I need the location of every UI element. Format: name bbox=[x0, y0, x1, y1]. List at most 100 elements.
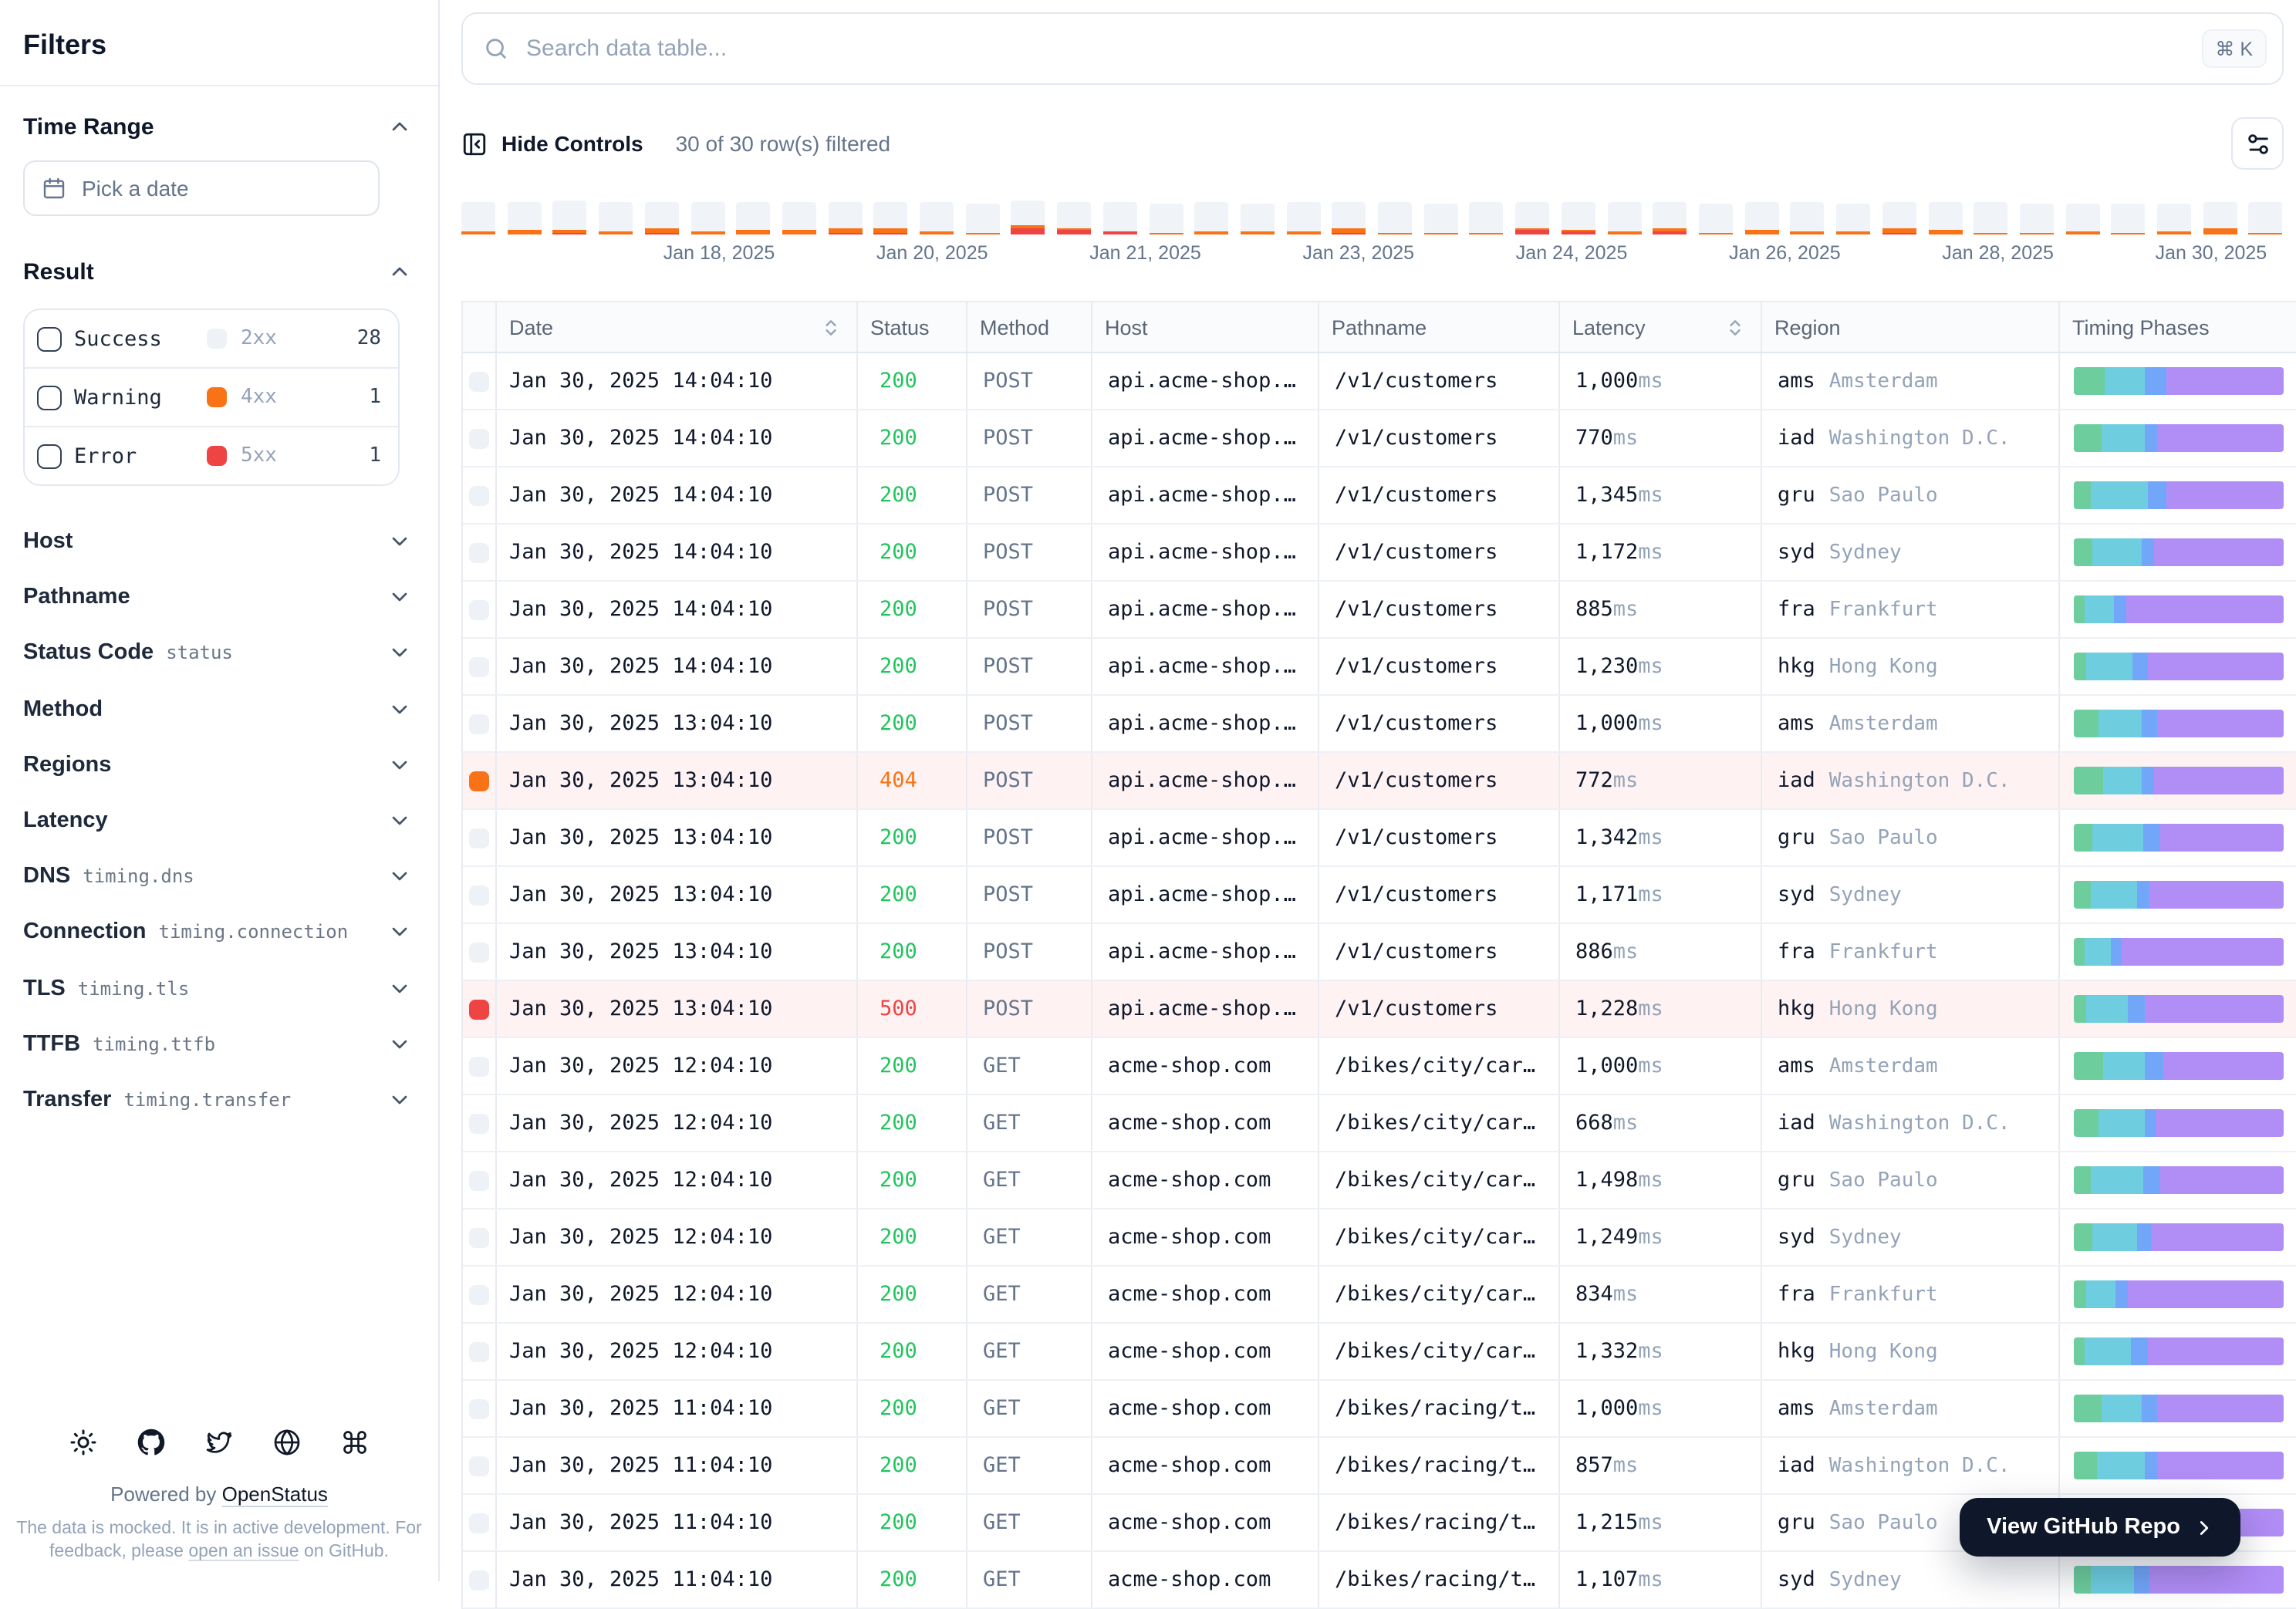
histogram-bar[interactable] bbox=[599, 202, 633, 234]
histogram-bar[interactable] bbox=[2157, 204, 2192, 234]
table-row[interactable]: Jan 30, 2025 11:04:10 200 GET acme-shop.… bbox=[463, 1552, 2296, 1609]
table-row[interactable]: Jan 30, 2025 14:04:10 200 POST api.acme-… bbox=[463, 582, 2296, 639]
histogram-bar[interactable] bbox=[1102, 202, 1137, 234]
table-row[interactable]: Jan 30, 2025 13:04:10 200 POST api.acme-… bbox=[463, 924, 2296, 981]
histogram-bar[interactable] bbox=[828, 201, 863, 234]
filter-accordion-row[interactable]: DNS timing.dns bbox=[0, 848, 438, 904]
histogram-bar[interactable] bbox=[461, 202, 495, 234]
column-header-date[interactable]: Date bbox=[497, 302, 858, 352]
table-row[interactable]: Jan 30, 2025 14:04:10 200 POST api.acme-… bbox=[463, 410, 2296, 467]
filter-accordion-row[interactable]: Transfer timing.transfer bbox=[0, 1072, 438, 1128]
histogram-bar[interactable] bbox=[1423, 204, 1458, 234]
histogram-bar[interactable] bbox=[1561, 202, 1595, 234]
histogram-bar[interactable] bbox=[1836, 204, 1871, 234]
command-menu-button[interactable] bbox=[341, 1429, 369, 1456]
checkbox[interactable] bbox=[37, 444, 62, 468]
cell-pathname: /v1/customers bbox=[1319, 924, 1560, 980]
histogram-bar[interactable] bbox=[1515, 202, 1550, 234]
table-row[interactable]: Jan 30, 2025 12:04:10 200 GET acme-shop.… bbox=[463, 1324, 2296, 1381]
cell-method: POST bbox=[967, 753, 1092, 808]
filter-accordion-row[interactable]: Latency bbox=[0, 793, 438, 848]
time-range-header[interactable]: Time Range bbox=[23, 106, 412, 147]
table-row[interactable]: Jan 30, 2025 13:04:10 404 POST api.acme-… bbox=[463, 753, 2296, 810]
histogram-bar[interactable] bbox=[1011, 201, 1045, 234]
histogram-bar[interactable] bbox=[2248, 202, 2283, 234]
histogram-bar[interactable] bbox=[873, 201, 908, 234]
histogram-bar[interactable] bbox=[1240, 204, 1275, 234]
histogram-bar[interactable] bbox=[644, 202, 679, 234]
histogram-bar[interactable] bbox=[1194, 202, 1229, 234]
histogram-bar[interactable] bbox=[2203, 202, 2237, 234]
table-row[interactable]: Jan 30, 2025 13:04:10 200 POST api.acme-… bbox=[463, 867, 2296, 924]
checkbox[interactable] bbox=[37, 326, 62, 351]
table-row[interactable]: Jan 30, 2025 12:04:10 200 GET acme-shop.… bbox=[463, 1267, 2296, 1324]
table-row[interactable]: Jan 30, 2025 12:04:10 200 GET acme-shop.… bbox=[463, 1209, 2296, 1267]
filter-accordion-row[interactable]: TLS timing.tls bbox=[0, 960, 438, 1016]
histogram-bar[interactable] bbox=[1469, 202, 1504, 234]
open-issue-link[interactable]: open an issue bbox=[188, 1543, 299, 1562]
filter-accordion-row[interactable]: Connection timing.connection bbox=[0, 905, 438, 960]
table-row[interactable]: Jan 30, 2025 13:04:10 200 POST api.acme-… bbox=[463, 810, 2296, 867]
result-option-row[interactable]: Success 2xx 28 bbox=[25, 310, 398, 367]
hide-controls-button[interactable]: Hide Controls bbox=[461, 130, 643, 157]
filter-accordion-row[interactable]: Status Code status bbox=[0, 626, 438, 681]
theme-toggle-button[interactable] bbox=[69, 1429, 97, 1456]
table-row[interactable]: Jan 30, 2025 14:04:10 200 POST api.acme-… bbox=[463, 525, 2296, 582]
checkbox[interactable] bbox=[37, 385, 62, 410]
table-row[interactable]: Jan 30, 2025 12:04:10 200 GET acme-shop.… bbox=[463, 1152, 2296, 1209]
openstatus-link[interactable]: OpenStatus bbox=[222, 1483, 328, 1506]
filter-accordion-row[interactable]: Method bbox=[0, 681, 438, 737]
cell-status: 404 bbox=[858, 753, 967, 808]
date-picker-button[interactable]: Pick a date bbox=[23, 160, 380, 216]
filter-accordion-row[interactable]: TTFB timing.ttfb bbox=[0, 1016, 438, 1071]
histogram-bar[interactable] bbox=[782, 201, 816, 234]
histogram-bar[interactable] bbox=[965, 204, 1000, 234]
view-github-repo-button[interactable]: View GitHub Repo bbox=[1959, 1498, 2240, 1557]
histogram-bar[interactable] bbox=[1057, 201, 1092, 234]
website-link-button[interactable] bbox=[273, 1429, 301, 1456]
histogram-bar[interactable] bbox=[1653, 202, 1687, 234]
histogram-bar[interactable] bbox=[1332, 202, 1366, 234]
view-options-button[interactable] bbox=[2231, 117, 2284, 170]
histogram-bar[interactable] bbox=[552, 201, 587, 234]
filter-accordion-row[interactable]: Pathname bbox=[0, 569, 438, 625]
twitter-link-button[interactable] bbox=[205, 1429, 233, 1456]
result-header[interactable]: Result bbox=[23, 251, 412, 292]
histogram-bar[interactable] bbox=[2111, 204, 2146, 234]
histogram-bar[interactable] bbox=[1744, 202, 1779, 234]
histogram-bar[interactable] bbox=[1149, 204, 1183, 234]
search-input[interactable] bbox=[523, 34, 2202, 63]
histogram-bar[interactable] bbox=[1928, 202, 1962, 234]
table-row[interactable]: Jan 30, 2025 14:04:10 200 POST api.acme-… bbox=[463, 467, 2296, 525]
cell-date: Jan 30, 2025 13:04:10 bbox=[497, 981, 858, 1037]
cell-timing-phases bbox=[2060, 867, 2296, 923]
histogram-bar[interactable] bbox=[690, 202, 725, 234]
github-link-button[interactable] bbox=[137, 1429, 165, 1456]
histogram-bar[interactable] bbox=[507, 202, 542, 234]
table-row[interactable]: Jan 30, 2025 14:04:10 200 POST api.acme-… bbox=[463, 353, 2296, 410]
histogram-bar[interactable] bbox=[1790, 202, 1825, 234]
table-row[interactable]: Jan 30, 2025 14:04:10 200 POST api.acme-… bbox=[463, 639, 2296, 696]
histogram-bar[interactable] bbox=[1882, 202, 1916, 234]
table-row[interactable]: Jan 30, 2025 13:04:10 200 POST api.acme-… bbox=[463, 696, 2296, 753]
histogram-bar[interactable] bbox=[1286, 202, 1321, 234]
filter-accordion-row[interactable]: Regions bbox=[0, 737, 438, 793]
result-option-row[interactable]: Warning 4xx 1 bbox=[25, 367, 398, 426]
table-row[interactable]: Jan 30, 2025 13:04:10 500 POST api.acme-… bbox=[463, 981, 2296, 1038]
table-row[interactable]: Jan 30, 2025 11:04:10 200 GET acme-shop.… bbox=[463, 1438, 2296, 1495]
result-option-row[interactable]: Error 5xx 1 bbox=[25, 426, 398, 484]
filter-accordion-row[interactable]: Host bbox=[0, 514, 438, 569]
table-row[interactable]: Jan 30, 2025 12:04:10 200 GET acme-shop.… bbox=[463, 1095, 2296, 1152]
column-header-latency[interactable]: Latency bbox=[1560, 302, 1762, 352]
histogram-bar[interactable] bbox=[920, 202, 954, 234]
histogram-bar[interactable] bbox=[2019, 204, 2054, 234]
table-row[interactable]: Jan 30, 2025 11:04:10 200 GET acme-shop.… bbox=[463, 1381, 2296, 1438]
histogram-bar[interactable] bbox=[1974, 202, 2008, 234]
table-row[interactable]: Jan 30, 2025 12:04:10 200 GET acme-shop.… bbox=[463, 1038, 2296, 1095]
histogram-bar[interactable] bbox=[1698, 204, 1733, 234]
histogram-bar[interactable] bbox=[1378, 202, 1413, 234]
histogram-bar[interactable] bbox=[2065, 204, 2100, 234]
histogram-bar[interactable] bbox=[1607, 202, 1642, 234]
cell-host: api.acme-shop.… bbox=[1092, 810, 1319, 865]
histogram-bar[interactable] bbox=[736, 202, 771, 234]
